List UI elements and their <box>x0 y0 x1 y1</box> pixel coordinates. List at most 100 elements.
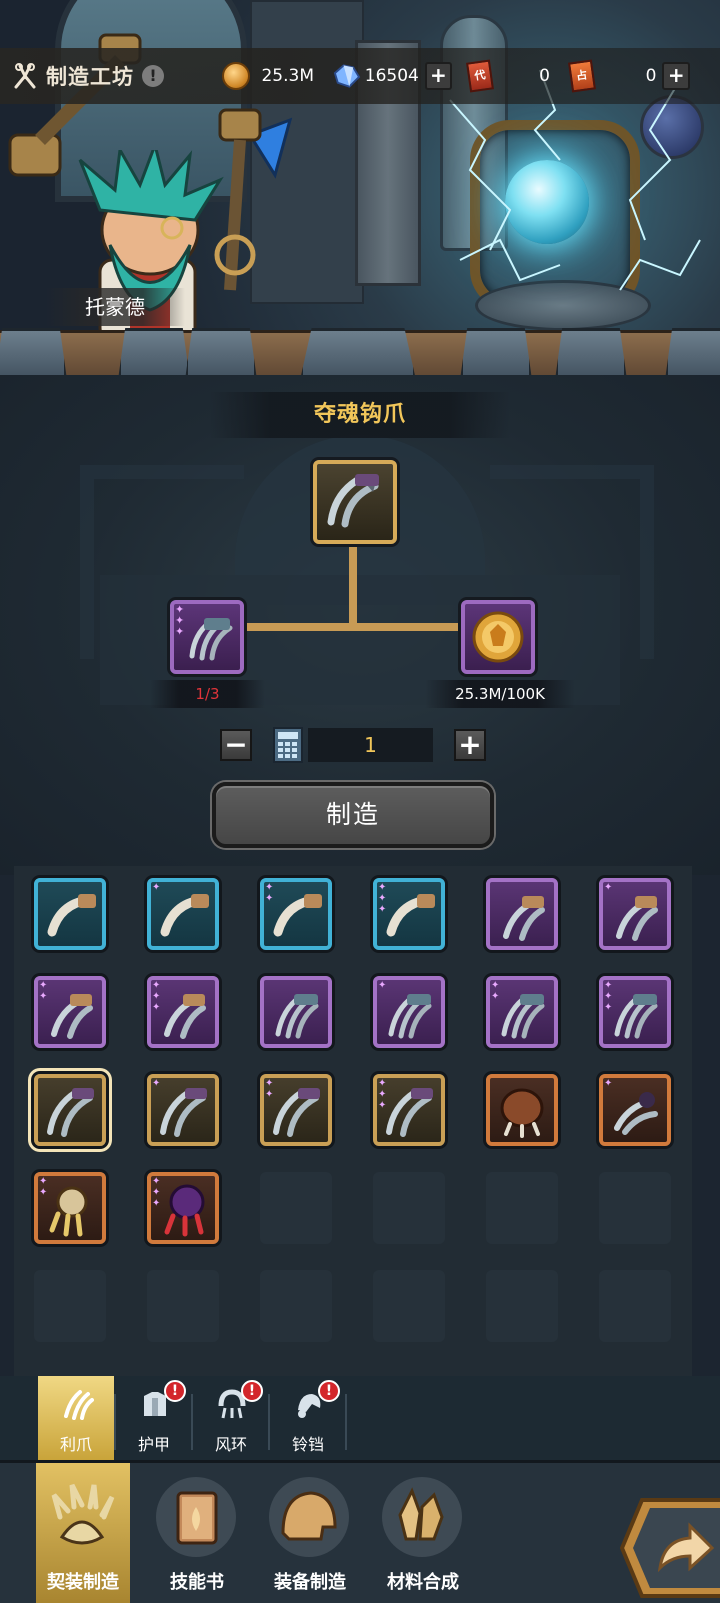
item-slot[interactable] <box>34 878 106 950</box>
star-icon: ✦ <box>152 882 161 893</box>
empty-slot <box>34 1270 106 1342</box>
tool-arm <box>214 108 293 291</box>
tab-label: 利爪 <box>59 1435 92 1454</box>
material-gold-slot[interactable] <box>461 600 535 674</box>
soul-hook-claw-icon <box>160 1088 207 1137</box>
fang-claw-icon <box>47 894 96 937</box>
tab-armor[interactable]: ! 护甲 <box>116 1376 192 1460</box>
item-slot[interactable]: ✦ <box>373 976 445 1048</box>
star-icon: ✦ ✦ ✦ <box>152 1176 161 1209</box>
item-slot[interactable]: ✦ ✦ ✦ <box>599 976 671 1048</box>
star-icon: ✦ <box>604 882 613 893</box>
nav-pact-crafting[interactable]: 契装制造 <box>36 1463 130 1603</box>
nav-label: 装备制造 <box>274 1572 346 1593</box>
fang-claw-icon <box>386 894 435 937</box>
nav-label: 技能书 <box>170 1572 224 1593</box>
triple-claw-icon <box>501 994 545 1039</box>
tab-label: 护甲 <box>137 1435 170 1454</box>
increase-button[interactable]: + <box>454 729 486 761</box>
item-slot[interactable] <box>486 1074 558 1146</box>
item-slot[interactable]: ✦ ✦ <box>260 878 332 950</box>
gold-cost: 25.3M/100K <box>425 680 575 708</box>
page-title: 制造工坊 <box>46 65 134 89</box>
item-slot[interactable]: ✦ ✦ <box>34 1172 106 1244</box>
ledge-block <box>300 328 416 375</box>
alert-badge: ! <box>318 1380 340 1402</box>
star-icon: ✦ ✦ <box>265 882 274 904</box>
soul-hook-claw-icon <box>47 1088 94 1137</box>
tab-bell[interactable]: ! 铃铛 <box>270 1376 346 1460</box>
bottom-nav: 契装制造 技能书 装备制造 材料合成 <box>0 1460 720 1603</box>
orange-ticket-value: 0 <box>645 66 657 86</box>
wrench-icon <box>14 63 36 89</box>
ledge-block <box>460 328 532 375</box>
item-slot[interactable]: ✦ <box>147 1074 219 1146</box>
calculator-icon[interactable] <box>273 727 303 763</box>
claw-icon <box>64 1390 94 1420</box>
decrease-button[interactable]: − <box>220 729 252 761</box>
nav-skill-book[interactable]: 技能书 <box>142 1463 252 1603</box>
gold-value: 25.3M <box>261 66 314 86</box>
item-slot[interactable]: ✦ ✦ ✦ <box>373 1074 445 1146</box>
item-slot[interactable]: ✦ <box>147 878 219 950</box>
orange-ticket-counter: 占 0 + <box>568 58 690 94</box>
ledge-block <box>185 328 257 375</box>
empty-slot <box>147 1270 219 1342</box>
item-slot[interactable]: ✦ ✦ <box>34 976 106 1048</box>
tab-claw[interactable]: 利爪 <box>38 1376 114 1460</box>
helmet-icon <box>281 1491 337 1541</box>
gold-counter: 25.3M <box>222 58 322 94</box>
item-slot[interactable]: ✦ ✦ <box>486 976 558 1048</box>
nav-equipment-crafting[interactable]: 装备制造 <box>255 1463 365 1603</box>
empty-slot <box>260 1172 332 1244</box>
bone-claw-icon <box>49 1186 88 1237</box>
star-icon: ✦ ✦ ✦ <box>378 882 387 915</box>
share-button[interactable] <box>620 1498 720 1598</box>
item-slot[interactable] <box>260 976 332 1048</box>
quantity-input[interactable]: 1 <box>308 728 433 762</box>
paw-icon <box>51 1483 115 1545</box>
item-slot[interactable] <box>34 1074 106 1146</box>
info-button[interactable]: ! <box>142 65 164 87</box>
nav-material-synthesis[interactable]: 材料合成 <box>368 1463 478 1603</box>
craft-button[interactable]: 制造 <box>212 782 494 848</box>
crystal-value: 16504 <box>364 66 419 86</box>
resource-bar: 制造工坊 ! 25.3M 16504 + 代 0 占 0 + <box>0 48 720 104</box>
result-item-slot[interactable] <box>313 460 397 544</box>
item-slot[interactable]: ✦ ✦ <box>260 1074 332 1146</box>
item-slot[interactable]: ✦ ✦ ✦ <box>147 976 219 1048</box>
empty-slot <box>373 1172 445 1244</box>
empty-slot <box>486 1172 558 1244</box>
recipe-title: 夺魂钩爪 <box>210 392 510 438</box>
ledge-block <box>118 328 190 375</box>
item-slot[interactable]: ✦ ✦ ✦ <box>147 1172 219 1244</box>
gold-coin-icon <box>472 611 524 663</box>
beetle-claw-icon <box>500 1088 544 1138</box>
item-slot[interactable] <box>486 878 558 950</box>
star-icon: ✦ ✦ ✦ <box>604 980 613 1013</box>
talon-claw-icon <box>616 896 658 941</box>
venom-claw-icon <box>164 1184 205 1237</box>
book-icon <box>176 1491 218 1545</box>
soul-hook-claw-icon <box>327 474 379 528</box>
ledge-block <box>665 328 720 375</box>
item-slot[interactable]: ✦ <box>599 878 671 950</box>
add-ticket-button[interactable]: + <box>662 62 690 90</box>
empty-slot <box>260 1270 332 1342</box>
red-ticket-value: 0 <box>539 66 550 86</box>
quantity-stepper: − 1 + <box>218 725 488 765</box>
orange-ticket-icon: 占 <box>568 59 596 93</box>
item-slot[interactable]: ✦ ✦ ✦ <box>373 878 445 950</box>
star-icon: ✦ ✦ ✦ <box>152 980 161 1013</box>
talon-claw-icon <box>51 994 93 1039</box>
tab-wind-ring[interactable]: ! 风环 <box>193 1376 269 1460</box>
star-icon: ✦ ✦ <box>265 1078 274 1100</box>
material-claw-slot[interactable]: ✦ ✦ ✦ <box>170 600 244 674</box>
nav-icon-bg <box>269 1477 349 1557</box>
material-count: 1/3 <box>150 680 265 708</box>
item-slot[interactable]: ✦ <box>599 1074 671 1146</box>
tab-divider <box>345 1394 347 1450</box>
recipe-connector <box>349 545 357 627</box>
crystal-counter: 16504 + <box>332 58 452 94</box>
add-crystal-button[interactable]: + <box>424 62 452 90</box>
